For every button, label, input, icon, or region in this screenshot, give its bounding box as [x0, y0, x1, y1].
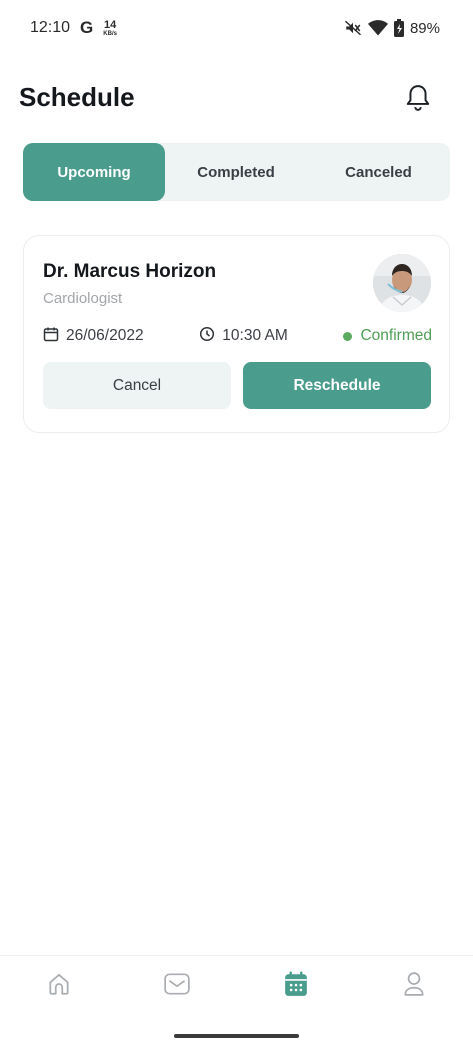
- appointment-date-text: 26/06/2022: [66, 327, 144, 344]
- doctor-name: Dr. Marcus Horizon: [43, 261, 217, 282]
- nav-profile[interactable]: [355, 956, 473, 1018]
- tab-canceled[interactable]: Canceled: [307, 143, 450, 201]
- network-speed-value: 14: [103, 18, 117, 31]
- notifications-button[interactable]: [403, 84, 433, 117]
- appointment-meta: 26/06/2022 10:30 AM Confirmed: [43, 326, 432, 346]
- status-time: 12:10: [30, 19, 71, 36]
- mute-icon: [344, 19, 362, 37]
- schedule-tabs: Upcoming Completed Canceled: [23, 143, 450, 201]
- appointment-date: 26/06/2022: [43, 326, 144, 347]
- status-text: Confirmed: [360, 327, 432, 344]
- bottom-nav: [0, 955, 473, 1017]
- profile-icon: [402, 971, 426, 1002]
- appointment-card[interactable]: Dr. Marcus Horizon Cardiologist 26/06/20…: [23, 235, 450, 433]
- reschedule-button[interactable]: Reschedule: [243, 362, 431, 409]
- nav-messages[interactable]: [118, 956, 236, 1018]
- battery-percent: 89%: [409, 19, 440, 37]
- network-speed: 14 KB/s: [103, 18, 117, 37]
- home-icon: [46, 971, 72, 1002]
- network-speed-unit: KB/s: [103, 30, 117, 37]
- message-icon: [163, 971, 191, 1002]
- wifi-icon: [367, 19, 388, 37]
- status-bar-right: 89%: [344, 19, 440, 37]
- appointment-time: 10:30 AM: [199, 326, 288, 347]
- nav-home[interactable]: [0, 956, 118, 1018]
- doctor-avatar: [373, 254, 431, 312]
- calendar-icon: [43, 326, 59, 347]
- calendar-icon: [284, 971, 308, 1002]
- clock-icon: [199, 326, 215, 347]
- tab-completed[interactable]: Completed: [165, 143, 307, 201]
- nav-schedule[interactable]: [237, 956, 355, 1018]
- doctor-specialty: Cardiologist: [43, 290, 123, 307]
- status-badge: Confirmed: [343, 327, 432, 345]
- status-dot: [343, 331, 353, 341]
- tab-upcoming[interactable]: Upcoming: [23, 143, 165, 201]
- bell-icon: [405, 84, 431, 117]
- status-bar: 12:10 G 14 KB/s 89%: [0, 0, 473, 56]
- page-title: Schedule: [19, 82, 135, 112]
- home-indicator[interactable]: [174, 1034, 299, 1038]
- status-bar-left: 12:10 G 14 KB/s: [30, 18, 117, 38]
- cancel-button[interactable]: Cancel: [43, 362, 231, 409]
- schedule-screen: 12:10 G 14 KB/s 89% Schedule Upcoming Co…: [0, 0, 473, 1050]
- battery-icon: [393, 19, 404, 37]
- google-icon: G: [80, 18, 94, 37]
- appointment-time-text: 10:30 AM: [222, 327, 288, 344]
